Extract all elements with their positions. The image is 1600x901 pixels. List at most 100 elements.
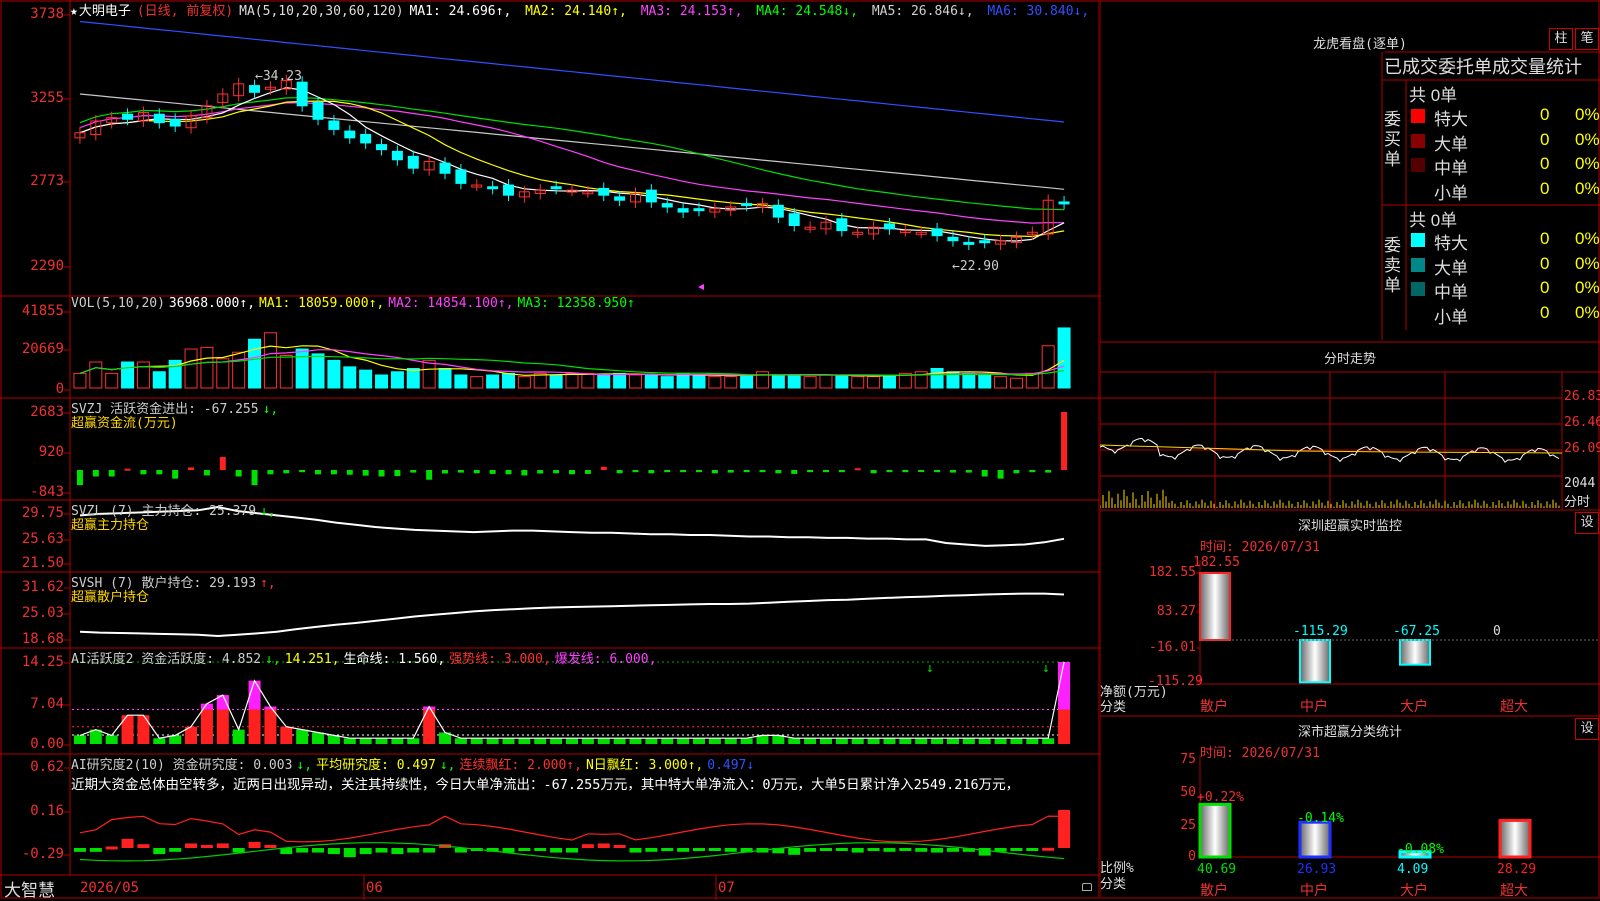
research-bar [264,844,277,848]
minute-bottom-label: 分时 [1564,495,1591,510]
vol_panel-legend-item: MA3: 12358.950↑ [517,296,635,311]
research-bar [1010,848,1023,852]
ma6-value: MA6: 30.840↓, [987,4,1090,19]
candle [645,189,657,203]
price-ytick: 3738 [30,6,64,22]
research-bar [1042,847,1055,851]
classify-settings-button[interactable]: 设 [1575,718,1599,740]
ai-active-legend: AI活跃度2 资金活跃度: 4.852 ↓, 14.251, 生命线: 1.560, 强… [71,648,660,667]
buy-row-name: 大单 [1434,134,1468,154]
buy-row-pct: 0% [1575,178,1600,198]
star-icon[interactable]: ★ [70,4,78,19]
svzj-bar [743,470,750,473]
classify-change: -0.14% [1297,811,1344,826]
candle [963,241,975,245]
research-bar [978,848,991,856]
volume-bar [89,361,103,389]
svzj-bar [616,470,623,474]
buy-row-swatch [1411,158,1425,172]
volume-bar [470,376,484,389]
volume-bar [628,374,642,389]
monitor-settings-button[interactable]: 设 [1575,512,1599,534]
classify-bar-value: 26.93 [1297,862,1337,877]
volume-bar [343,366,357,389]
research-bar [153,848,166,855]
volume-bar [121,361,135,389]
adjust-mode[interactable]: (日线, 前复权) [137,4,233,19]
active-bar [486,738,499,744]
research-bar [661,848,674,852]
volume-bar [502,372,516,389]
ai_active_panel-legend-item: 爆发线: 6.000, [554,652,657,667]
svzj-bar [346,470,353,475]
classify-category: 散户 [1200,882,1228,898]
svsh-ytick: 25.03 [21,605,64,621]
volume-bar [232,351,246,389]
ai_active_panel-legend-item: 强势线: 3.000, [449,652,551,667]
vol_panel-legend-item: MA2: 14854.100↑, [388,296,514,311]
volume-bar [359,369,373,389]
svzj-bar [394,470,401,477]
classify-ytick: 75 [1180,752,1196,767]
stock-name[interactable]: 大明电子 [79,3,131,18]
classify-category: 超大 [1500,882,1528,898]
classify-category: 中户 [1300,882,1328,898]
ai_active_panel-legend-item: 生命线: 1.560, [343,652,446,667]
active-bar [835,738,848,744]
ai_research_panel-legend-item: 0.497↓ [707,758,755,773]
aiact-ytick: 7.04 [30,696,64,712]
candle [661,203,673,208]
svsh_panel-legend-item: ↑, [260,576,276,591]
sell-total: 共 0单 [1409,211,1458,230]
active-bar [677,738,690,744]
ma3-line [79,102,1065,224]
classify-bar-value: 40.69 [1197,862,1237,877]
candle [391,150,403,161]
buy-row-swatch [1411,109,1425,123]
candle [487,186,499,190]
monitor-title: 深圳超赢实时监控 [1297,519,1402,534]
research-bar [327,848,340,855]
research-bar [105,846,118,850]
active-bar [502,738,515,744]
ai_research_panel-legend-item: ↓, [439,758,456,773]
candle [153,113,165,124]
research-bar [613,844,626,848]
tick-mode-button[interactable]: 笔 [1575,28,1599,50]
svzj-bar [807,470,814,473]
svsh-ytick: 31.62 [21,579,64,595]
volume-bar [406,368,420,389]
research-bar [851,848,864,853]
svzj-bar [664,470,671,473]
sell-row-pct: 0% [1575,302,1600,322]
research-bar [708,848,721,851]
candle [296,81,308,107]
research-bar [280,848,293,855]
ma4-value: MA4: 24.548↓, [756,4,866,19]
volume-bar [263,332,277,389]
research-bar [73,848,86,852]
volume-bar [390,371,404,389]
candle [439,162,451,174]
svzj-bar [1029,470,1036,473]
monitor-ytick: 83.27 [1156,604,1196,619]
active-bar [915,738,928,744]
ai_research_panel-legend-item: N日飘红: 3.000↑, [585,758,704,773]
buy-row-count: 0 [1540,178,1550,198]
sell-row-pct: 0% [1575,278,1600,297]
monitor-category: 中户 [1300,698,1328,714]
active-bar [296,729,309,744]
research-bar [867,848,880,852]
svzj-bar [489,470,496,474]
svzj-bar [918,470,925,472]
classify-bar [1500,820,1530,857]
bar-mode-button[interactable]: 柱 [1549,28,1573,50]
vol_panel-legend-item: MA1: 18059.000↑, [259,296,385,311]
minute-vol-label: 2044 [1564,476,1596,491]
svzl-ytick: 29.75 [21,505,64,521]
research-bar [454,848,467,853]
sell-row-name: 大单 [1434,258,1468,278]
ma3-value: MA3: 24.153↑, [640,4,751,19]
volume-bar [1009,377,1023,389]
lock-icon[interactable] [1082,883,1092,891]
